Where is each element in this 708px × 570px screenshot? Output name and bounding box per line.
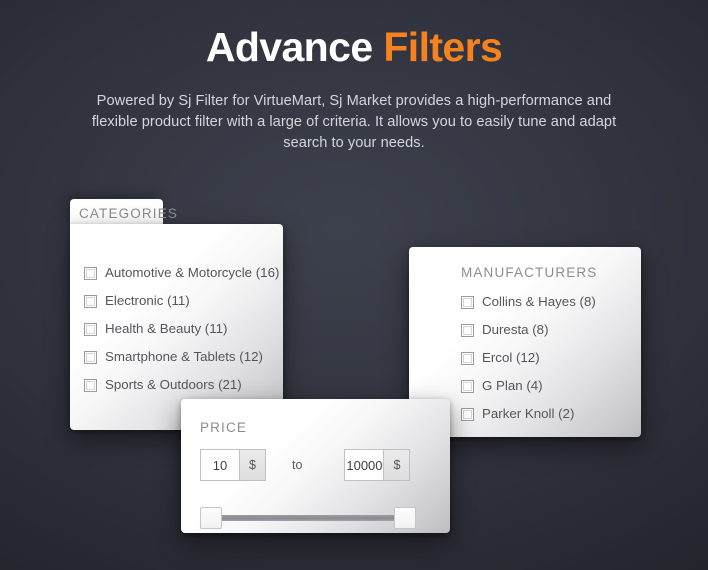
list-item-label: Ercol (12) <box>482 350 540 366</box>
price-max-field: $ <box>344 449 411 481</box>
page-header: Advance Filters Powered by Sj Filter for… <box>0 0 708 154</box>
price-min-input[interactable] <box>200 449 240 481</box>
list-item[interactable]: Ercol (12) <box>461 344 641 372</box>
list-item[interactable]: Parker Knoll (2) <box>461 400 641 428</box>
page-title-main: Advance <box>205 24 384 70</box>
list-item-label: Smartphone & Tablets (12) <box>105 349 263 365</box>
list-item-label: Health & Beauty (11) <box>105 321 228 337</box>
price-range-slider[interactable] <box>200 507 416 529</box>
list-item-label: Parker Knoll (2) <box>482 406 575 422</box>
category-checkbox[interactable] <box>84 266 97 280</box>
list-item[interactable]: Smartphone & Tablets (12) <box>84 343 283 371</box>
price-max-input[interactable] <box>344 449 385 481</box>
manufacturer-checkbox[interactable] <box>461 379 474 393</box>
list-item[interactable]: Collins & Hayes (8) <box>461 288 641 316</box>
list-item[interactable]: Health & Beauty (11) <box>84 315 283 343</box>
page-title-accent: Filters <box>383 24 503 70</box>
category-checkbox[interactable] <box>84 294 97 308</box>
manufacturer-checkbox[interactable] <box>461 295 474 309</box>
category-checkbox[interactable] <box>84 350 97 364</box>
category-checkbox[interactable] <box>84 378 97 392</box>
manufacturer-checkbox[interactable] <box>461 407 474 421</box>
list-item[interactable]: G Plan (4) <box>461 372 641 400</box>
manufacturer-checkbox[interactable] <box>461 323 474 337</box>
slider-handle-min[interactable] <box>200 507 222 529</box>
page-subtitle: Powered by Sj Filter for VirtueMart, Sj … <box>91 93 617 152</box>
manufacturers-title: MANUFACTURERS <box>461 265 598 280</box>
list-item[interactable]: Sports & Outdoors (21) <box>84 371 283 399</box>
list-item-label: Sports & Outdoors (21) <box>105 377 242 393</box>
list-item-label: Collins & Hayes (8) <box>482 294 596 310</box>
list-item[interactable]: Electronic (11) <box>84 287 283 315</box>
price-range-inputs: $ to $ <box>200 449 450 481</box>
price-to-label: to <box>292 458 303 472</box>
slider-track[interactable] <box>210 515 406 521</box>
slider-handle-max[interactable] <box>394 507 416 529</box>
price-min-currency-button[interactable]: $ <box>240 449 266 481</box>
page-title: Advance Filters <box>0 22 708 73</box>
list-item-label: G Plan (4) <box>482 378 543 394</box>
category-checkbox[interactable] <box>84 322 97 336</box>
price-max-currency-button[interactable]: $ <box>384 449 411 481</box>
page-root: Advance Filters Powered by Sj Filter for… <box>0 0 708 570</box>
manufacturer-checkbox[interactable] <box>461 351 474 365</box>
price-min-field: $ <box>200 449 266 481</box>
list-item[interactable]: Duresta (8) <box>461 316 641 344</box>
categories-panel-tab[interactable]: CATEGORIES <box>70 199 177 227</box>
price-title: PRICE <box>200 420 248 435</box>
categories-title: CATEGORIES <box>79 205 179 221</box>
list-item-label: Duresta (8) <box>482 322 549 338</box>
price-panel: PRICE $ to $ <box>181 399 450 533</box>
list-item-label: Electronic (11) <box>105 293 190 309</box>
list-item[interactable]: Automotive & Motorcycle (16) <box>84 259 283 287</box>
list-item-label: Automotive & Motorcycle (16) <box>105 265 280 281</box>
